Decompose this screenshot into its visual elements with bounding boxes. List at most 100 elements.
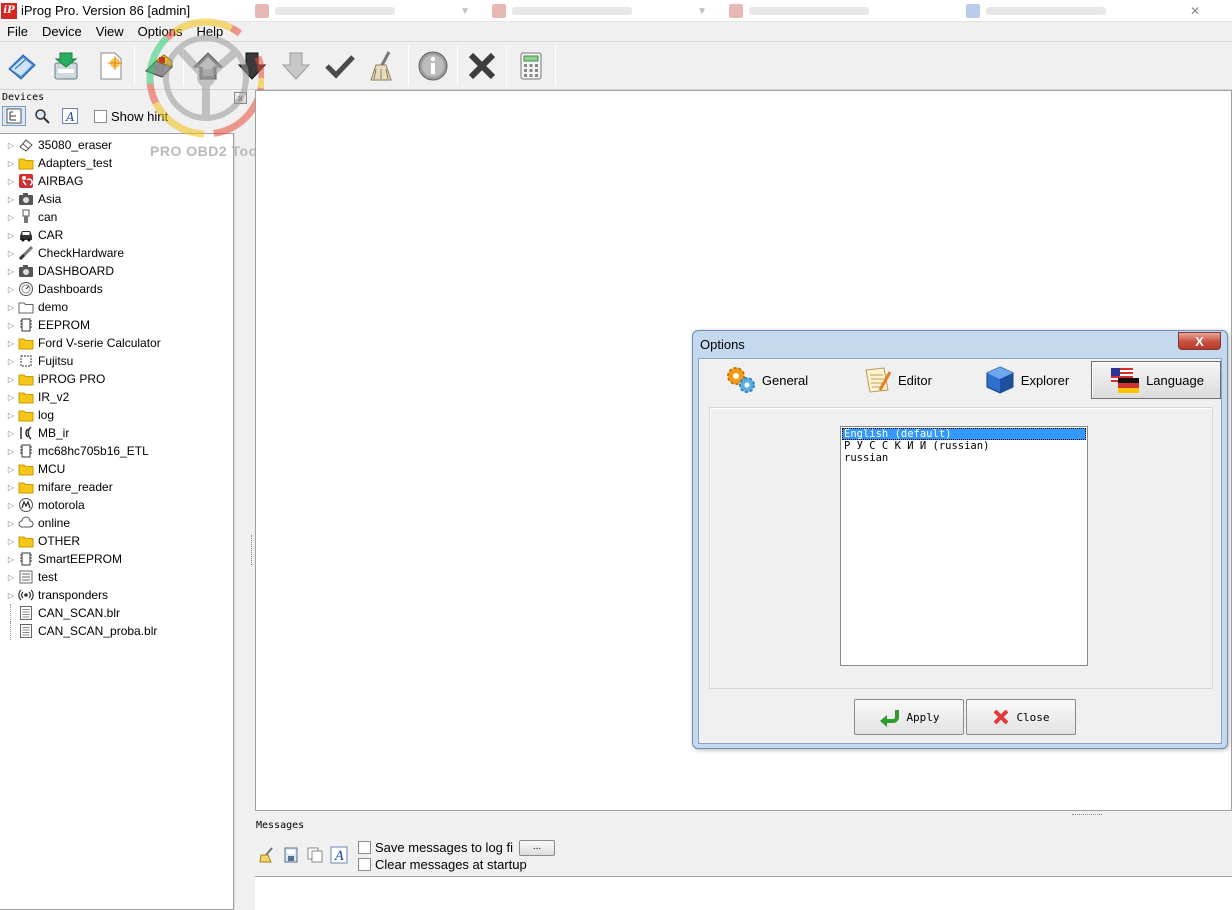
- tree-item[interactable]: ▷ Adapters_test: [0, 154, 233, 172]
- clear-messages-icon[interactable]: [258, 846, 276, 864]
- tree-item[interactable]: ▷ Dashboards: [0, 280, 233, 298]
- expand-arrow-icon[interactable]: ▷: [6, 303, 16, 312]
- tree-scrollbar[interactable]: [234, 133, 250, 910]
- expand-arrow-icon[interactable]: ▷: [6, 177, 16, 186]
- tree-item[interactable]: CAN_SCAN.blr: [0, 604, 233, 622]
- tree-item[interactable]: ▷ mc68hc705b16_ETL: [0, 442, 233, 460]
- expand-arrow-icon[interactable]: ▷: [6, 267, 16, 276]
- expand-arrow-icon[interactable]: ▷: [6, 375, 16, 384]
- expand-arrow-icon[interactable]: ▷: [6, 141, 16, 150]
- show-hint-toggle[interactable]: Show hint: [94, 109, 168, 124]
- tree-item[interactable]: ▷ AIRBAG: [0, 172, 233, 190]
- tab-explorer[interactable]: Explorer: [961, 361, 1091, 399]
- expand-arrow-icon[interactable]: ▷: [6, 249, 16, 258]
- tree-item[interactable]: ▷ CAR: [0, 226, 233, 244]
- clear-at-startup-option[interactable]: Clear messages at startup: [358, 856, 555, 873]
- open-button[interactable]: [0, 44, 44, 88]
- new-file-button[interactable]: [88, 44, 132, 88]
- calculator-button[interactable]: [509, 44, 553, 88]
- tree-item[interactable]: ▷ demo: [0, 298, 233, 316]
- save-to-log-option[interactable]: Save messages to log fi ...: [358, 839, 556, 856]
- expand-arrow-icon[interactable]: ▷: [6, 519, 16, 528]
- save-messages-icon[interactable]: [282, 846, 300, 864]
- expand-arrow-icon[interactable]: ▷: [6, 231, 16, 240]
- erase-button[interactable]: [362, 44, 406, 88]
- expand-arrow-icon[interactable]: ▷: [6, 285, 16, 294]
- cancel-button[interactable]: [460, 44, 504, 88]
- language-list[interactable]: English (default) Р У С С К И Й (russian)…: [840, 426, 1088, 666]
- expand-arrow-icon[interactable]: ▷: [6, 195, 16, 204]
- expand-arrow-icon[interactable]: ▷: [6, 213, 16, 222]
- expand-arrow-icon[interactable]: ▷: [6, 339, 16, 348]
- read-button[interactable]: [230, 44, 274, 88]
- expand-arrow-icon[interactable]: ▷: [6, 591, 16, 600]
- tree-item[interactable]: ▷ online: [0, 514, 233, 532]
- devices-close-button[interactable]: x: [234, 91, 247, 104]
- tab-language[interactable]: Language: [1091, 361, 1221, 399]
- apply-button[interactable]: Apply: [854, 699, 964, 735]
- verify-button[interactable]: [318, 44, 362, 88]
- tree-item[interactable]: ▷ OTHER: [0, 532, 233, 550]
- expand-arrow-icon[interactable]: ▷: [6, 357, 16, 366]
- device-tree[interactable]: ▷ 35080_eraser ▷ Adapters_test ▷ AIRBAG ▷ Asia ▷…: [0, 133, 234, 910]
- menu-help[interactable]: Help: [189, 22, 230, 42]
- expand-arrow-icon[interactable]: ▷: [6, 447, 16, 456]
- menu-file[interactable]: File: [0, 22, 35, 42]
- expand-arrow-icon[interactable]: ▷: [6, 573, 16, 582]
- write-button[interactable]: [274, 44, 318, 88]
- tree-item[interactable]: ▷ transponders: [0, 586, 233, 604]
- tree-item[interactable]: ▷ Fujitsu: [0, 352, 233, 370]
- tree-item[interactable]: ▷ SmartEEPROM: [0, 550, 233, 568]
- tree-item[interactable]: ▷ iPROG PRO: [0, 370, 233, 388]
- dialog-close-button[interactable]: X: [1178, 332, 1221, 350]
- copy-messages-icon[interactable]: [306, 846, 324, 864]
- expand-arrow-icon[interactable]: ▷: [6, 501, 16, 510]
- language-option[interactable]: English (default): [842, 428, 1086, 440]
- tree-item[interactable]: ▷ EEPROM: [0, 316, 233, 334]
- tree-item[interactable]: CAN_SCAN_proba.blr: [0, 622, 233, 640]
- clear-at-startup-checkbox[interactable]: [358, 858, 371, 871]
- language-option[interactable]: russian: [842, 452, 1086, 464]
- tree-item[interactable]: ▷ Ford V-serie Calculator: [0, 334, 233, 352]
- menu-view[interactable]: View: [89, 22, 131, 42]
- tree-item[interactable]: ▷ MB_ir: [0, 424, 233, 442]
- save-button[interactable]: [44, 44, 88, 88]
- expand-arrow-icon[interactable]: ▷: [6, 483, 16, 492]
- tree-item[interactable]: ▷ Asia: [0, 190, 233, 208]
- tree-item[interactable]: ▷ MCU: [0, 460, 233, 478]
- tree-view-button[interactable]: [2, 106, 26, 126]
- save-to-log-checkbox[interactable]: [358, 841, 371, 854]
- tab-editor[interactable]: Editor: [831, 361, 961, 399]
- font-button[interactable]: A: [58, 106, 82, 126]
- tree-item[interactable]: ▷ DASHBOARD: [0, 262, 233, 280]
- tab-general[interactable]: General: [701, 361, 831, 399]
- font-icon[interactable]: A: [330, 846, 348, 864]
- tree-item[interactable]: ▷ 35080_eraser: [0, 136, 233, 154]
- tree-item[interactable]: ▷ IR_v2: [0, 388, 233, 406]
- language-option[interactable]: Р У С С К И Й (russian): [842, 440, 1086, 452]
- home-button[interactable]: [186, 44, 230, 88]
- panel-splitter[interactable]: [251, 535, 254, 565]
- search-button[interactable]: [30, 106, 54, 126]
- tree-item[interactable]: ▷ test: [0, 568, 233, 586]
- expand-arrow-icon[interactable]: ▷: [6, 537, 16, 546]
- tree-item[interactable]: ▷ motorola: [0, 496, 233, 514]
- messages-splitter[interactable]: [1072, 814, 1102, 817]
- expand-arrow-icon[interactable]: ▷: [6, 159, 16, 168]
- browse-log-button[interactable]: ...: [519, 839, 556, 856]
- menu-device[interactable]: Device: [35, 22, 89, 42]
- expand-arrow-icon[interactable]: ▷: [6, 393, 16, 402]
- expand-arrow-icon[interactable]: ▷: [6, 465, 16, 474]
- expand-arrow-icon[interactable]: ▷: [6, 321, 16, 330]
- tree-item[interactable]: ▷ can: [0, 208, 233, 226]
- show-hint-checkbox[interactable]: [94, 109, 107, 123]
- messages-log[interactable]: [255, 876, 1232, 910]
- expand-arrow-icon[interactable]: ▷: [6, 411, 16, 420]
- expand-arrow-icon[interactable]: ▷: [6, 555, 16, 564]
- close-button[interactable]: Close: [966, 699, 1076, 735]
- expand-arrow-icon[interactable]: ▷: [6, 429, 16, 438]
- tree-item[interactable]: ▷ CheckHardware: [0, 244, 233, 262]
- menu-options[interactable]: Options: [131, 22, 190, 42]
- tree-item[interactable]: ▷ log: [0, 406, 233, 424]
- tree-item[interactable]: ▷ mifare_reader: [0, 478, 233, 496]
